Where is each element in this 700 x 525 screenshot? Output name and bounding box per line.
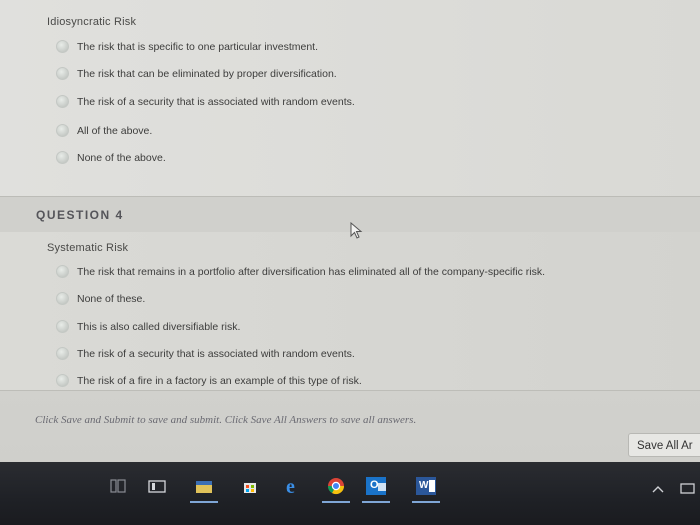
question-3-title: Idiosyncratic Risk: [47, 16, 137, 28]
option-label: The risk that can be eliminated by prope…: [77, 67, 337, 80]
option-label: This is also called diversifiable risk.: [77, 320, 241, 333]
radio-button[interactable]: [56, 320, 69, 333]
question-4-option-4[interactable]: The risk of a security that is associate…: [56, 347, 355, 360]
question-4-block: Systematic Risk The risk that remains in…: [0, 232, 700, 391]
radio-button[interactable]: [56, 374, 69, 387]
save-all-answers-button[interactable]: Save All Ar: [628, 433, 700, 457]
radio-button[interactable]: [56, 347, 69, 360]
option-label: The risk of a security that is associate…: [77, 95, 355, 108]
instruction-text: Click Save and Submit to save and submit…: [35, 414, 417, 426]
question-4-number: QUESTION 4: [36, 208, 124, 222]
taskbar: [0, 462, 700, 525]
word-icon-letter: W: [419, 480, 429, 491]
radio-button[interactable]: [56, 124, 69, 137]
chrome-icon[interactable]: [326, 476, 346, 496]
question-3-option-4[interactable]: All of the above.: [56, 124, 152, 137]
question-4-title: Systematic Risk: [47, 242, 129, 254]
store-bag-icon[interactable]: [240, 476, 260, 496]
active-app-indicator: [412, 501, 440, 503]
store-icon[interactable]: [194, 476, 214, 496]
question-4-option-1[interactable]: The risk that remains in a portfolio aft…: [56, 265, 545, 278]
active-app-indicator: [362, 501, 390, 503]
chevron-up-icon[interactable]: [652, 484, 664, 494]
option-label: The risk of a security that is associate…: [77, 347, 355, 360]
question-3-block: Idiosyncratic Risk The risk that is spec…: [0, 0, 700, 197]
outlook-envelope: [378, 483, 386, 491]
radio-button[interactable]: [56, 67, 69, 80]
option-label: None of the above.: [77, 151, 166, 164]
file-explorer-icon[interactable]: [147, 476, 167, 496]
radio-button[interactable]: [56, 292, 69, 305]
question-4-option-5[interactable]: The risk of a fire in a factory is an ex…: [56, 374, 362, 387]
outlook-icon[interactable]: O: [366, 477, 386, 495]
option-label: The risk that remains in a portfolio aft…: [77, 265, 546, 278]
notification-icon[interactable]: [680, 482, 696, 496]
edge-icon[interactable]: e: [284, 476, 304, 496]
option-label: The risk that is specific to one particu…: [77, 40, 319, 53]
task-view-icon[interactable]: [108, 476, 128, 496]
active-app-indicator: [190, 501, 218, 503]
radio-button[interactable]: [56, 265, 69, 278]
question-3-option-3[interactable]: The risk of a security that is associate…: [56, 95, 355, 108]
question-4-option-3[interactable]: This is also called diversifiable risk.: [56, 320, 240, 333]
radio-button[interactable]: [56, 40, 69, 53]
question-4-option-2[interactable]: None of these.: [56, 292, 145, 305]
word-icon[interactable]: W: [416, 477, 436, 495]
question-3-option-1[interactable]: The risk that is specific to one particu…: [56, 40, 318, 53]
active-app-indicator: [322, 501, 350, 503]
radio-button[interactable]: [56, 95, 69, 108]
option-label: None of these.: [77, 292, 146, 305]
question-3-option-5[interactable]: None of the above.: [56, 151, 166, 164]
option-label: The risk of a fire in a factory is an ex…: [77, 374, 362, 387]
radio-button[interactable]: [56, 151, 69, 164]
word-page: [429, 480, 435, 492]
option-label: All of the above.: [77, 124, 153, 137]
svg-text:e: e: [286, 476, 295, 496]
page-content: Idiosyncratic Risk The risk that is spec…: [0, 0, 700, 462]
mouse-cursor-icon: [350, 222, 363, 239]
question-3-option-2[interactable]: The risk that can be eliminated by prope…: [56, 67, 337, 80]
